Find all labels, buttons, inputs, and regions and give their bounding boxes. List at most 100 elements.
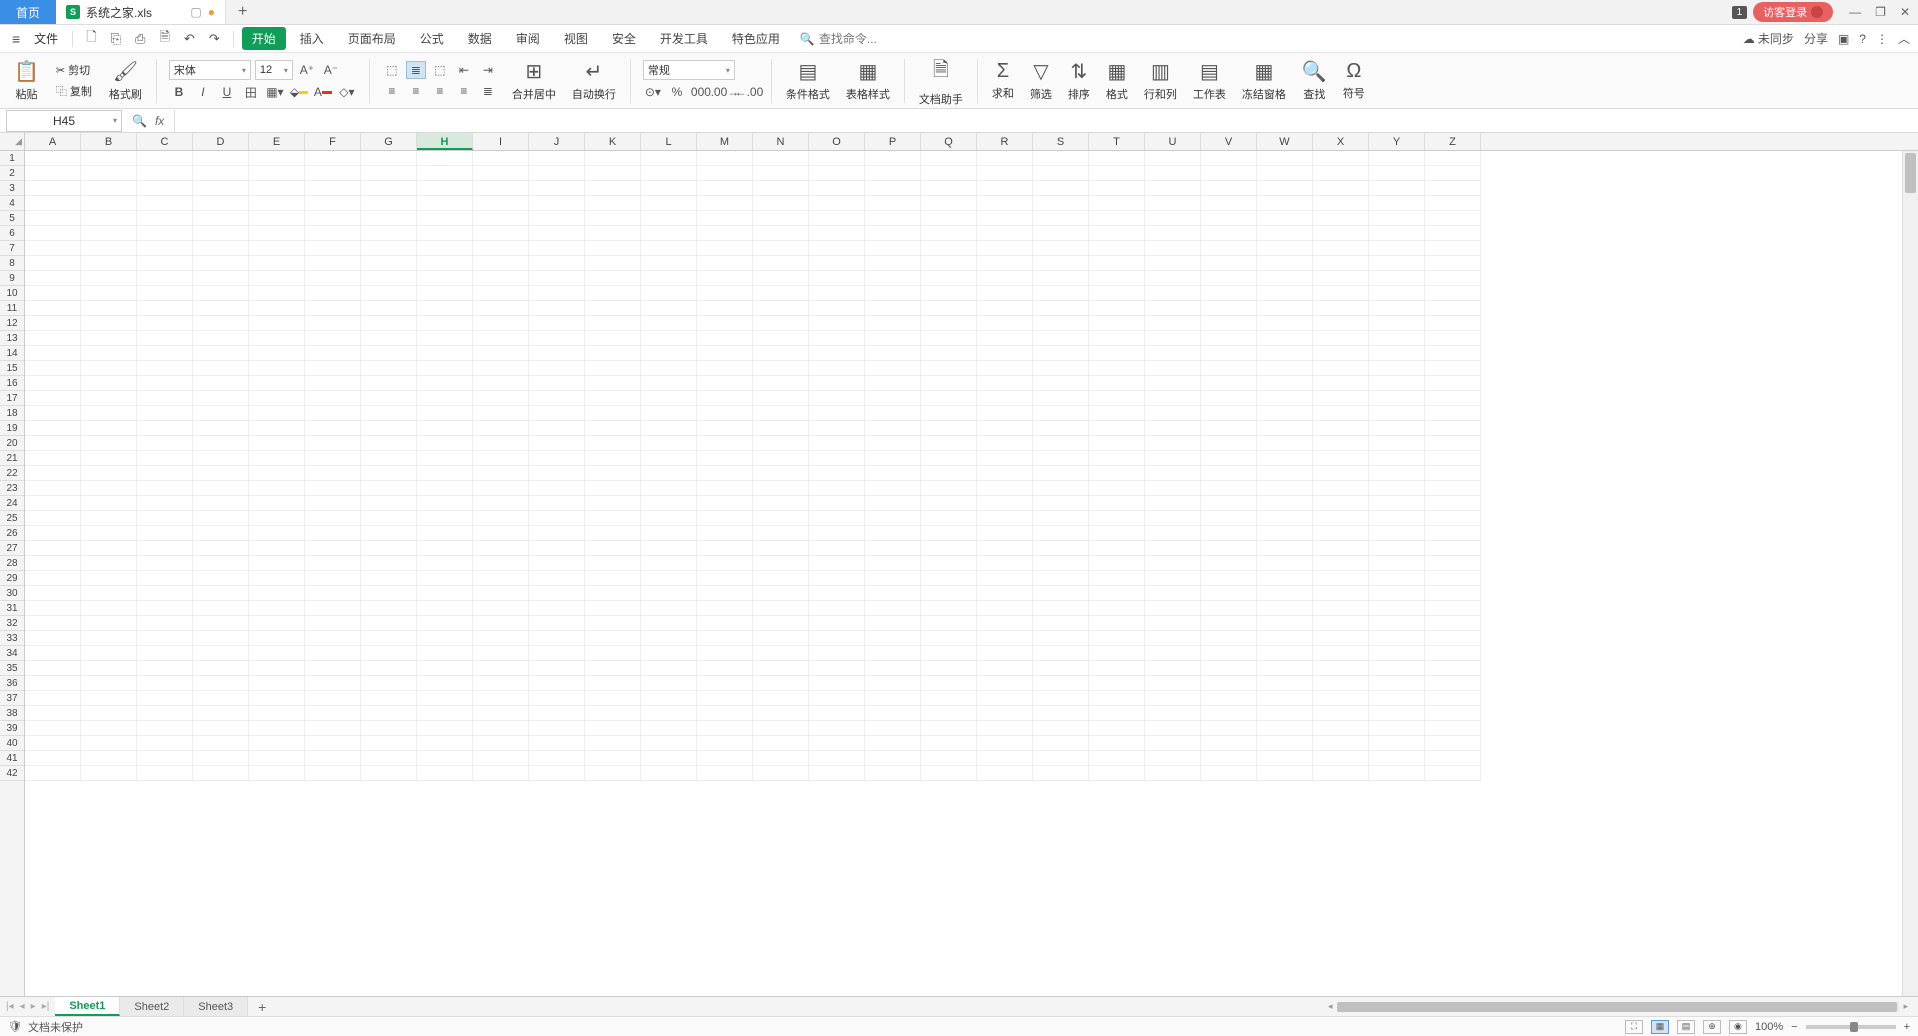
increase-decimal-button[interactable]: .00→ (715, 83, 735, 101)
row-header[interactable]: 32 (0, 616, 24, 631)
column-header[interactable]: I (473, 133, 529, 150)
sheet-tab[interactable]: Sheet3 (184, 997, 248, 1016)
row-header[interactable]: 2 (0, 166, 24, 181)
undo-icon[interactable]: ↶ (179, 31, 200, 47)
zoom-in-button[interactable]: + (1904, 1021, 1910, 1033)
column-header[interactable]: L (641, 133, 697, 150)
column-header[interactable]: B (81, 133, 137, 150)
row-header[interactable]: 35 (0, 661, 24, 676)
notification-badge[interactable]: 1 (1732, 6, 1748, 19)
row-header[interactable]: 18 (0, 406, 24, 421)
fullscreen-view-button[interactable]: ⛶ (1625, 1020, 1643, 1034)
ribbon-tab-insert[interactable]: 插入 (290, 27, 334, 50)
align-left-button[interactable]: ≡ (382, 82, 402, 100)
row-header[interactable]: 31 (0, 601, 24, 616)
scroll-right-icon[interactable]: ▸ (1899, 1001, 1912, 1012)
copy-button[interactable]: ⿻复制 (53, 82, 95, 100)
column-header[interactable]: Q (921, 133, 977, 150)
row-header[interactable]: 15 (0, 361, 24, 376)
ribbon-tab-pagelayout[interactable]: 页面布局 (338, 27, 406, 50)
box-icon[interactable]: ▣ (1838, 32, 1849, 46)
row-header[interactable]: 9 (0, 271, 24, 286)
row-header[interactable]: 16 (0, 376, 24, 391)
row-header[interactable]: 12 (0, 316, 24, 331)
column-header[interactable]: A (25, 133, 81, 150)
column-header[interactable]: G (361, 133, 417, 150)
currency-button[interactable]: ⊙▾ (643, 83, 663, 101)
row-header[interactable]: 36 (0, 676, 24, 691)
border-button[interactable]: 田 (241, 83, 261, 101)
close-button[interactable]: ✕ (1900, 5, 1910, 19)
ribbon-tab-formula[interactable]: 公式 (410, 27, 454, 50)
column-header[interactable]: V (1201, 133, 1257, 150)
collapse-ribbon-icon[interactable]: ︿ (1898, 30, 1910, 47)
sheet-tab[interactable]: Sheet1 (55, 997, 120, 1016)
row-header[interactable]: 19 (0, 421, 24, 436)
sheet-nav-next-icon[interactable]: ▸ (31, 1001, 36, 1012)
sheet-nav-first-icon[interactable]: |◂ (6, 1001, 14, 1012)
row-header[interactable]: 11 (0, 301, 24, 316)
row-header[interactable]: 34 (0, 646, 24, 661)
align-center-button[interactable]: ≡ (406, 82, 426, 100)
row-header[interactable]: 30 (0, 586, 24, 601)
align-bottom-button[interactable]: ⬚ (430, 61, 450, 79)
print-preview-icon[interactable]: 🗎 (154, 28, 174, 50)
column-header[interactable]: Z (1425, 133, 1481, 150)
zoom-handle[interactable] (1850, 1022, 1858, 1032)
column-header[interactable]: M (697, 133, 753, 150)
minimize-button[interactable]: — (1849, 5, 1861, 19)
column-header[interactable]: X (1313, 133, 1369, 150)
normal-view-button[interactable]: ▦ (1651, 1020, 1669, 1034)
row-header[interactable]: 24 (0, 496, 24, 511)
sheet-tab[interactable]: Sheet2 (120, 997, 184, 1016)
freeze-button[interactable]: ▦冻结窗格 (1236, 57, 1292, 104)
column-header[interactable]: P (865, 133, 921, 150)
zoom-tool-icon[interactable]: 🔍 (132, 114, 147, 128)
decrease-font-button[interactable]: A⁻ (321, 61, 341, 79)
row-header[interactable]: 8 (0, 256, 24, 271)
tab-popout-icon[interactable]: ▢ (190, 5, 201, 19)
column-header[interactable]: K (585, 133, 641, 150)
scrollbar-thumb[interactable] (1905, 153, 1916, 193)
hamburger-icon[interactable]: ≡ (8, 31, 24, 47)
format-button[interactable]: ▦格式 (1100, 57, 1134, 104)
ribbon-tab-review[interactable]: 审阅 (506, 27, 550, 50)
row-header[interactable]: 27 (0, 541, 24, 556)
ribbon-tab-security[interactable]: 安全 (602, 27, 646, 50)
row-header[interactable]: 23 (0, 481, 24, 496)
zoom-slider[interactable] (1806, 1025, 1896, 1029)
conditional-format-button[interactable]: ▤条件格式 (780, 57, 836, 104)
home-tab[interactable]: 首页 (0, 0, 56, 24)
paste-button[interactable]: 📋 粘贴 (8, 57, 45, 104)
column-header[interactable]: F (305, 133, 361, 150)
underline-button[interactable]: U (217, 83, 237, 101)
reading-view-button[interactable]: ◉ (1729, 1020, 1747, 1034)
share-button[interactable]: 分享 (1804, 30, 1828, 47)
save-icon[interactable]: 🗋 (81, 28, 101, 50)
column-header[interactable]: U (1145, 133, 1201, 150)
command-search-input[interactable] (819, 32, 899, 46)
add-sheet-button[interactable]: + (248, 997, 276, 1016)
formula-input[interactable] (174, 110, 1918, 132)
row-header[interactable]: 21 (0, 451, 24, 466)
row-header[interactable]: 38 (0, 706, 24, 721)
row-header[interactable]: 40 (0, 736, 24, 751)
document-tab[interactable]: S 系统之家.xls ▢ ● (56, 0, 226, 24)
clear-format-button[interactable]: ◇▾ (337, 83, 357, 101)
font-name-combo[interactable]: 宋体▾ (169, 60, 251, 80)
row-header[interactable]: 33 (0, 631, 24, 646)
format-painter-button[interactable]: 🖌 格式刷 (103, 57, 148, 104)
indent-increase-button[interactable]: ⇥ (478, 61, 498, 79)
row-header[interactable]: 39 (0, 721, 24, 736)
row-header[interactable]: 6 (0, 226, 24, 241)
sort-button[interactable]: ⇅排序 (1062, 57, 1096, 104)
ribbon-tab-devtools[interactable]: 开发工具 (650, 27, 718, 50)
fill-color-button[interactable]: ⬙ (289, 83, 309, 101)
row-header[interactable]: 4 (0, 196, 24, 211)
cell-style-button[interactable]: ▦▾ (265, 83, 285, 101)
row-header[interactable]: 5 (0, 211, 24, 226)
align-top-button[interactable]: ⬚ (382, 61, 402, 79)
cells-area[interactable] (25, 151, 1918, 996)
ribbon-tab-special[interactable]: 特色应用 (722, 27, 790, 50)
ribbon-tab-start[interactable]: 开始 (242, 27, 286, 50)
